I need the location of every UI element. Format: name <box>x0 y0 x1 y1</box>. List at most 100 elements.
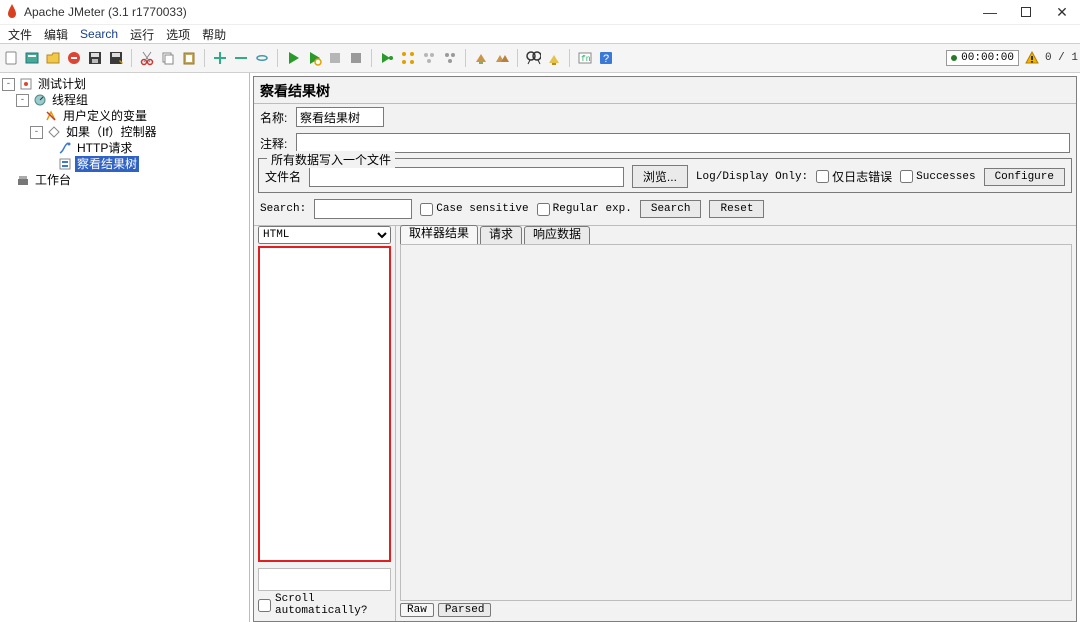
write-results-legend: 所有数据写入一个文件 <box>267 151 395 168</box>
successes-checkbox[interactable]: Successes <box>900 170 975 183</box>
clear-all-icon[interactable] <box>493 49 511 67</box>
templates-icon[interactable] <box>23 49 41 67</box>
tree-node-testplan[interactable]: 测试计划 <box>36 76 88 92</box>
configure-button[interactable]: Configure <box>984 168 1065 186</box>
log-display-label: Log/Display Only: <box>696 171 808 183</box>
testplan-icon <box>18 77 34 91</box>
warning-icon[interactable] <box>1025 51 1039 65</box>
regex-label: Regular exp. <box>553 203 632 215</box>
tree-node-http[interactable]: HTTP请求 <box>75 140 134 156</box>
remote-start-all-icon[interactable] <box>399 49 417 67</box>
menu-run[interactable]: 运行 <box>126 26 158 43</box>
successes-label: Successes <box>916 171 975 183</box>
open-icon[interactable] <box>44 49 62 67</box>
collapse-icon[interactable] <box>232 49 250 67</box>
name-input[interactable] <box>296 107 384 127</box>
menu-edit[interactable]: 编辑 <box>40 26 72 43</box>
name-label: 名称: <box>260 109 290 126</box>
expand-icon[interactable] <box>211 49 229 67</box>
tree-node-ifcontroller[interactable]: 如果（If）控制器 <box>64 124 159 140</box>
cut-icon[interactable] <box>138 49 156 67</box>
elapsed-time: 00:00:00 <box>946 50 1019 66</box>
panel-title: 察看结果树 <box>254 77 1076 104</box>
filename-input[interactable] <box>309 167 624 187</box>
renderer-select[interactable]: HTML <box>258 226 391 244</box>
reset-search-icon[interactable] <box>545 49 563 67</box>
tree-node-threadgroup[interactable]: 线程组 <box>50 92 90 108</box>
menu-options[interactable]: 选项 <box>162 26 194 43</box>
scroll-auto-checkbox[interactable]: Scroll automatically? <box>258 591 391 617</box>
errors-only-label: 仅日志错误 <box>832 168 892 185</box>
toggle-icon[interactable] <box>253 49 271 67</box>
tree-node-uservars[interactable]: 用户定义的变量 <box>61 108 149 124</box>
if-controller-icon <box>46 125 62 139</box>
write-results-fieldset: 所有数据写入一个文件 文件名 浏览... Log/Display Only: 仅… <box>258 158 1072 193</box>
menu-bar: 文件 编辑 Search 运行 选项 帮助 <box>0 25 1080 43</box>
results-list[interactable] <box>258 246 391 562</box>
clear-icon[interactable] <box>472 49 490 67</box>
app-logo-icon <box>6 4 18 20</box>
svg-text:?: ? <box>603 53 609 65</box>
tab-response-data[interactable]: 响应数据 <box>524 226 590 244</box>
close-button[interactable]: ✕ <box>1054 4 1070 20</box>
comment-label: 注释: <box>260 135 290 152</box>
paste-icon[interactable] <box>180 49 198 67</box>
menu-search[interactable]: Search <box>76 27 122 41</box>
search-input[interactable] <box>314 199 412 219</box>
threadgroup-icon <box>32 93 48 107</box>
status-dot-icon <box>951 55 957 61</box>
toolbar: fn ? 00:00:00 0 / 1 <box>0 43 1080 73</box>
close-file-icon[interactable] <box>65 49 83 67</box>
case-sensitive-label: Case sensitive <box>436 203 528 215</box>
test-plan-tree[interactable]: - 测试计划 - 线程组 用户定义的变量 - 如果（If）控制器 HTTP请求 <box>0 73 250 622</box>
minimize-button[interactable]: — <box>982 4 998 20</box>
start-no-timers-icon[interactable] <box>305 49 323 67</box>
save-icon[interactable] <box>86 49 104 67</box>
view-results-tree-panel: 察看结果树 名称: 注释: 所有数据写入一个文件 文件名 浏览... Log/D… <box>253 76 1077 622</box>
remote-start-icon[interactable] <box>378 49 396 67</box>
case-sensitive-checkbox[interactable]: Case sensitive <box>420 203 528 216</box>
tree-node-viewresultstree[interactable]: 察看结果树 <box>75 156 139 172</box>
http-sampler-icon <box>57 141 73 155</box>
expand-toggle[interactable]: - <box>2 78 15 91</box>
bottom-tabs: Raw Parsed <box>400 601 1072 617</box>
workbench-icon <box>15 173 31 187</box>
menu-help[interactable]: 帮助 <box>198 26 230 43</box>
regex-checkbox[interactable]: Regular exp. <box>537 203 632 216</box>
expand-toggle[interactable]: - <box>30 126 43 139</box>
main-area: - 测试计划 - 线程组 用户定义的变量 - 如果（If）控制器 HTTP请求 <box>0 73 1080 622</box>
help-icon[interactable]: ? <box>597 49 615 67</box>
uservars-icon <box>43 109 59 123</box>
result-tab-content <box>400 244 1072 601</box>
copy-icon[interactable] <box>159 49 177 67</box>
expand-toggle[interactable]: - <box>16 94 29 107</box>
function-helper-icon[interactable]: fn <box>576 49 594 67</box>
editor-pane: 察看结果树 名称: 注释: 所有数据写入一个文件 文件名 浏览... Log/D… <box>250 73 1080 622</box>
remote-shutdown-icon[interactable] <box>441 49 459 67</box>
remote-stop-icon[interactable] <box>420 49 438 67</box>
bottom-tab-parsed[interactable]: Parsed <box>438 603 492 617</box>
start-icon[interactable] <box>284 49 302 67</box>
elapsed-time-value: 00:00:00 <box>961 52 1014 64</box>
comment-input[interactable] <box>296 133 1070 153</box>
new-icon[interactable] <box>2 49 20 67</box>
results-detail-box <box>258 568 391 591</box>
menu-file[interactable]: 文件 <box>4 26 36 43</box>
tab-sampler-result[interactable]: 取样器结果 <box>400 225 478 244</box>
result-tabs: 取样器结果 请求 响应数据 <box>400 226 1072 244</box>
view-results-tree-icon <box>57 157 73 171</box>
window-title: Apache JMeter (3.1 r1770033) <box>24 5 187 19</box>
browse-button[interactable]: 浏览... <box>632 165 688 188</box>
maximize-button[interactable] <box>1018 4 1034 20</box>
stop-icon[interactable] <box>326 49 344 67</box>
tree-node-workbench[interactable]: 工作台 <box>33 172 73 188</box>
search-button[interactable]: Search <box>640 200 702 218</box>
find-icon[interactable] <box>524 49 542 67</box>
tab-request[interactable]: 请求 <box>480 226 522 244</box>
save-as-icon[interactable] <box>107 49 125 67</box>
shutdown-icon[interactable] <box>347 49 365 67</box>
reset-button[interactable]: Reset <box>709 200 764 218</box>
title-bar: Apache JMeter (3.1 r1770033) — ✕ <box>0 0 1080 25</box>
errors-only-checkbox[interactable]: 仅日志错误 <box>816 168 892 185</box>
bottom-tab-raw[interactable]: Raw <box>400 603 434 617</box>
